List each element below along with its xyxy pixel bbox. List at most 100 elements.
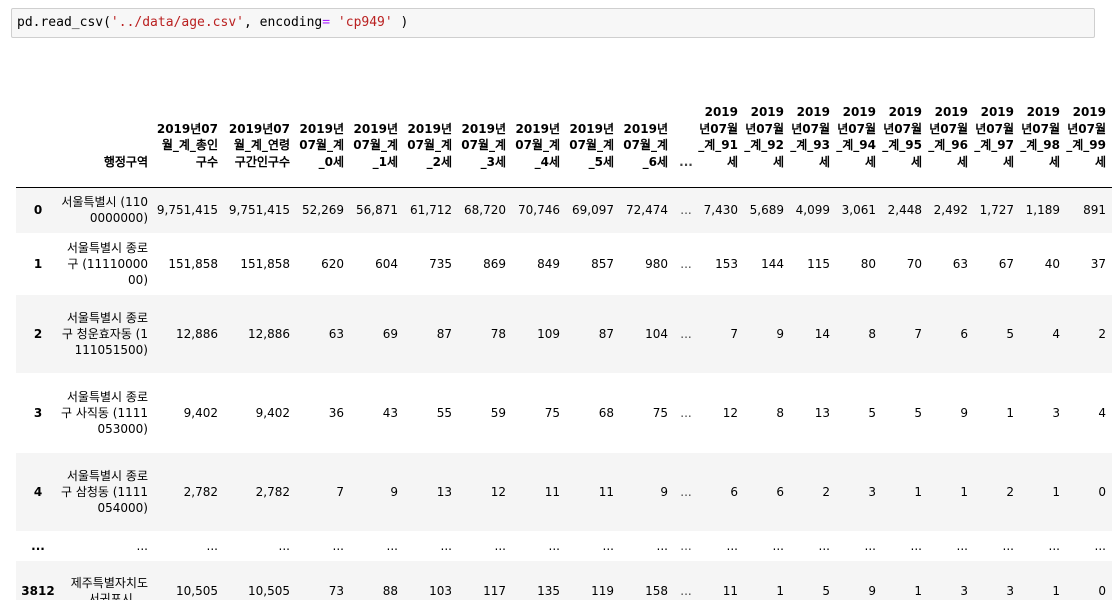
cell-value: 151,858	[240, 257, 290, 271]
cell-value: 891	[1083, 203, 1106, 218]
cell-value: 144	[761, 257, 784, 271]
cell-value: 8	[776, 406, 784, 420]
cell-value: 7,430	[703, 203, 738, 218]
cell-region: 서울특별시 (1100000000)	[61, 195, 148, 226]
table-row: 3 서울특별시 종로구 사직동 (1111053000) 9,402 9,402 36 4…	[16, 373, 1112, 453]
cell-value: 9	[868, 584, 876, 598]
cell-value: ...	[864, 539, 876, 553]
cell-value: 135	[537, 584, 560, 598]
cell-value: 4	[1052, 327, 1060, 341]
cell-value: 151,858	[168, 257, 218, 271]
cell-value: ...	[772, 539, 784, 553]
cell-value: 604	[375, 257, 398, 271]
cell-region: 서울특별시 종로구 (1111000000)	[66, 241, 148, 287]
cell-value: 2,448	[887, 203, 922, 218]
cell-value: 14	[814, 327, 830, 341]
cell-region: 제주특별자치도 서귀포시 ...	[70, 576, 148, 600]
column-header: 2019년07월_계_97세	[974, 105, 1014, 169]
row-index: 0	[33, 203, 43, 218]
column-header: 2019년07월_계_2세	[407, 121, 452, 169]
cell-value: 5	[1006, 327, 1014, 341]
cell-value: 70,746	[518, 203, 560, 218]
cell-value: ...	[494, 539, 506, 553]
cell-ellipsis: ...	[680, 584, 692, 598]
cell-value: 12	[490, 485, 506, 499]
cell-value: 8	[868, 327, 876, 341]
cell-value: 4,099	[795, 203, 830, 218]
cell-value: 1	[1052, 485, 1060, 499]
cell-value: 10,505	[176, 584, 218, 598]
cell-value: 5	[868, 406, 876, 420]
cell-value: 6	[776, 485, 784, 499]
cell-value: 5,689	[749, 203, 784, 218]
cell-value: 735	[429, 257, 452, 271]
cell-value: 2	[822, 485, 830, 499]
code-cell[interactable]: pd.read_csv('../data/age.csv', encoding=…	[11, 8, 1095, 38]
cell-value: 1	[1052, 584, 1060, 598]
cell-value: 869	[483, 257, 506, 271]
cell-value: 7	[914, 327, 922, 341]
column-header: 2019년07월_계_92세	[744, 105, 784, 169]
table-row: 1 서울특별시 종로구 (1111000000) 151,858 151,858 620…	[16, 233, 1112, 295]
table-row: 4 서울특별시 종로구 삼청동 (1111054000) 2,782 2,782 7 9 1…	[16, 453, 1112, 531]
cell-value: 103	[429, 584, 452, 598]
code-encoding-string: 'cp949'	[337, 15, 393, 30]
table-row: ........................................…	[16, 531, 1112, 561]
row-index: ...	[31, 539, 45, 553]
cell-value: 2	[1098, 327, 1106, 341]
cell-value: ...	[1002, 539, 1014, 553]
cell-value: 63	[952, 257, 968, 271]
cell-value: 10,505	[248, 584, 290, 598]
column-header: 2019년07월_계_3세	[461, 121, 506, 169]
cell-ellipsis: ...	[680, 327, 692, 341]
cell-value: 9	[390, 485, 398, 499]
cell-value: 3	[960, 584, 968, 598]
column-header: ...	[679, 154, 693, 169]
table-body: 0 서울특별시 (1100000000) 9,751,415 9,751,415 52,…	[16, 187, 1112, 600]
cell-value: 59	[490, 406, 506, 420]
cell-value: 69,097	[572, 203, 614, 218]
row-index: 3812	[21, 584, 55, 598]
cell-value: 9	[776, 327, 784, 341]
cell-value: 1	[914, 584, 922, 598]
cell-value: 1,189	[1025, 203, 1060, 218]
header-row: 행정구역 2019년07월_계_총인구수 2019년07월_계_연령구간인구수 …	[16, 50, 1112, 187]
code-path-string: '../data/age.csv'	[110, 15, 244, 30]
table-row: 0 서울특별시 (1100000000) 9,751,415 9,751,415 52,…	[16, 187, 1112, 233]
row-index: 4	[33, 485, 43, 499]
cell-value: 119	[591, 584, 614, 598]
cell-value: 0	[1098, 485, 1106, 499]
cell-value: 9	[960, 406, 968, 420]
cell-value: 11	[722, 584, 738, 598]
cell-value: 117	[483, 584, 506, 598]
cell-value: 7	[336, 485, 344, 499]
cell-value: 75	[652, 406, 668, 420]
dataframe-table: 행정구역 2019년07월_계_총인구수 2019년07월_계_연령구간인구수 …	[16, 50, 1112, 600]
cell-ellipsis: ...	[680, 257, 692, 271]
column-header: 2019년07월_계_91세	[698, 105, 738, 169]
cell-value: 61,712	[410, 203, 452, 218]
cell-value: 70	[906, 257, 922, 271]
cell-value: ...	[818, 539, 830, 553]
cell-value: 620	[321, 257, 344, 271]
cell-value: 75	[544, 406, 560, 420]
column-header: 2019년07월_계_6세	[623, 121, 668, 169]
cell-value: 88	[382, 584, 398, 598]
column-header: 2019년07월_계_98세	[1020, 105, 1060, 169]
column-header: 2019년07월_계_1세	[353, 121, 398, 169]
column-header: 2019년07월_계_0세	[299, 121, 344, 169]
cell-value: ...	[910, 539, 922, 553]
cell-value: 3	[868, 485, 876, 499]
cell-value: 7	[730, 327, 738, 341]
cell-value: 40	[1044, 257, 1060, 271]
cell-value: 857	[591, 257, 614, 271]
cell-value: 1	[960, 485, 968, 499]
cell-value: 68,720	[464, 203, 506, 218]
cell-value: 78	[490, 327, 506, 341]
cell-value: 12,886	[176, 327, 218, 341]
cell-value: ...	[656, 539, 668, 553]
column-header: 2019년07월_계_연령구간인구수	[228, 121, 290, 169]
cell-region: 서울특별시 종로구 청운효자동 (1111051500)	[61, 311, 148, 357]
cell-value: 72,474	[626, 203, 668, 218]
